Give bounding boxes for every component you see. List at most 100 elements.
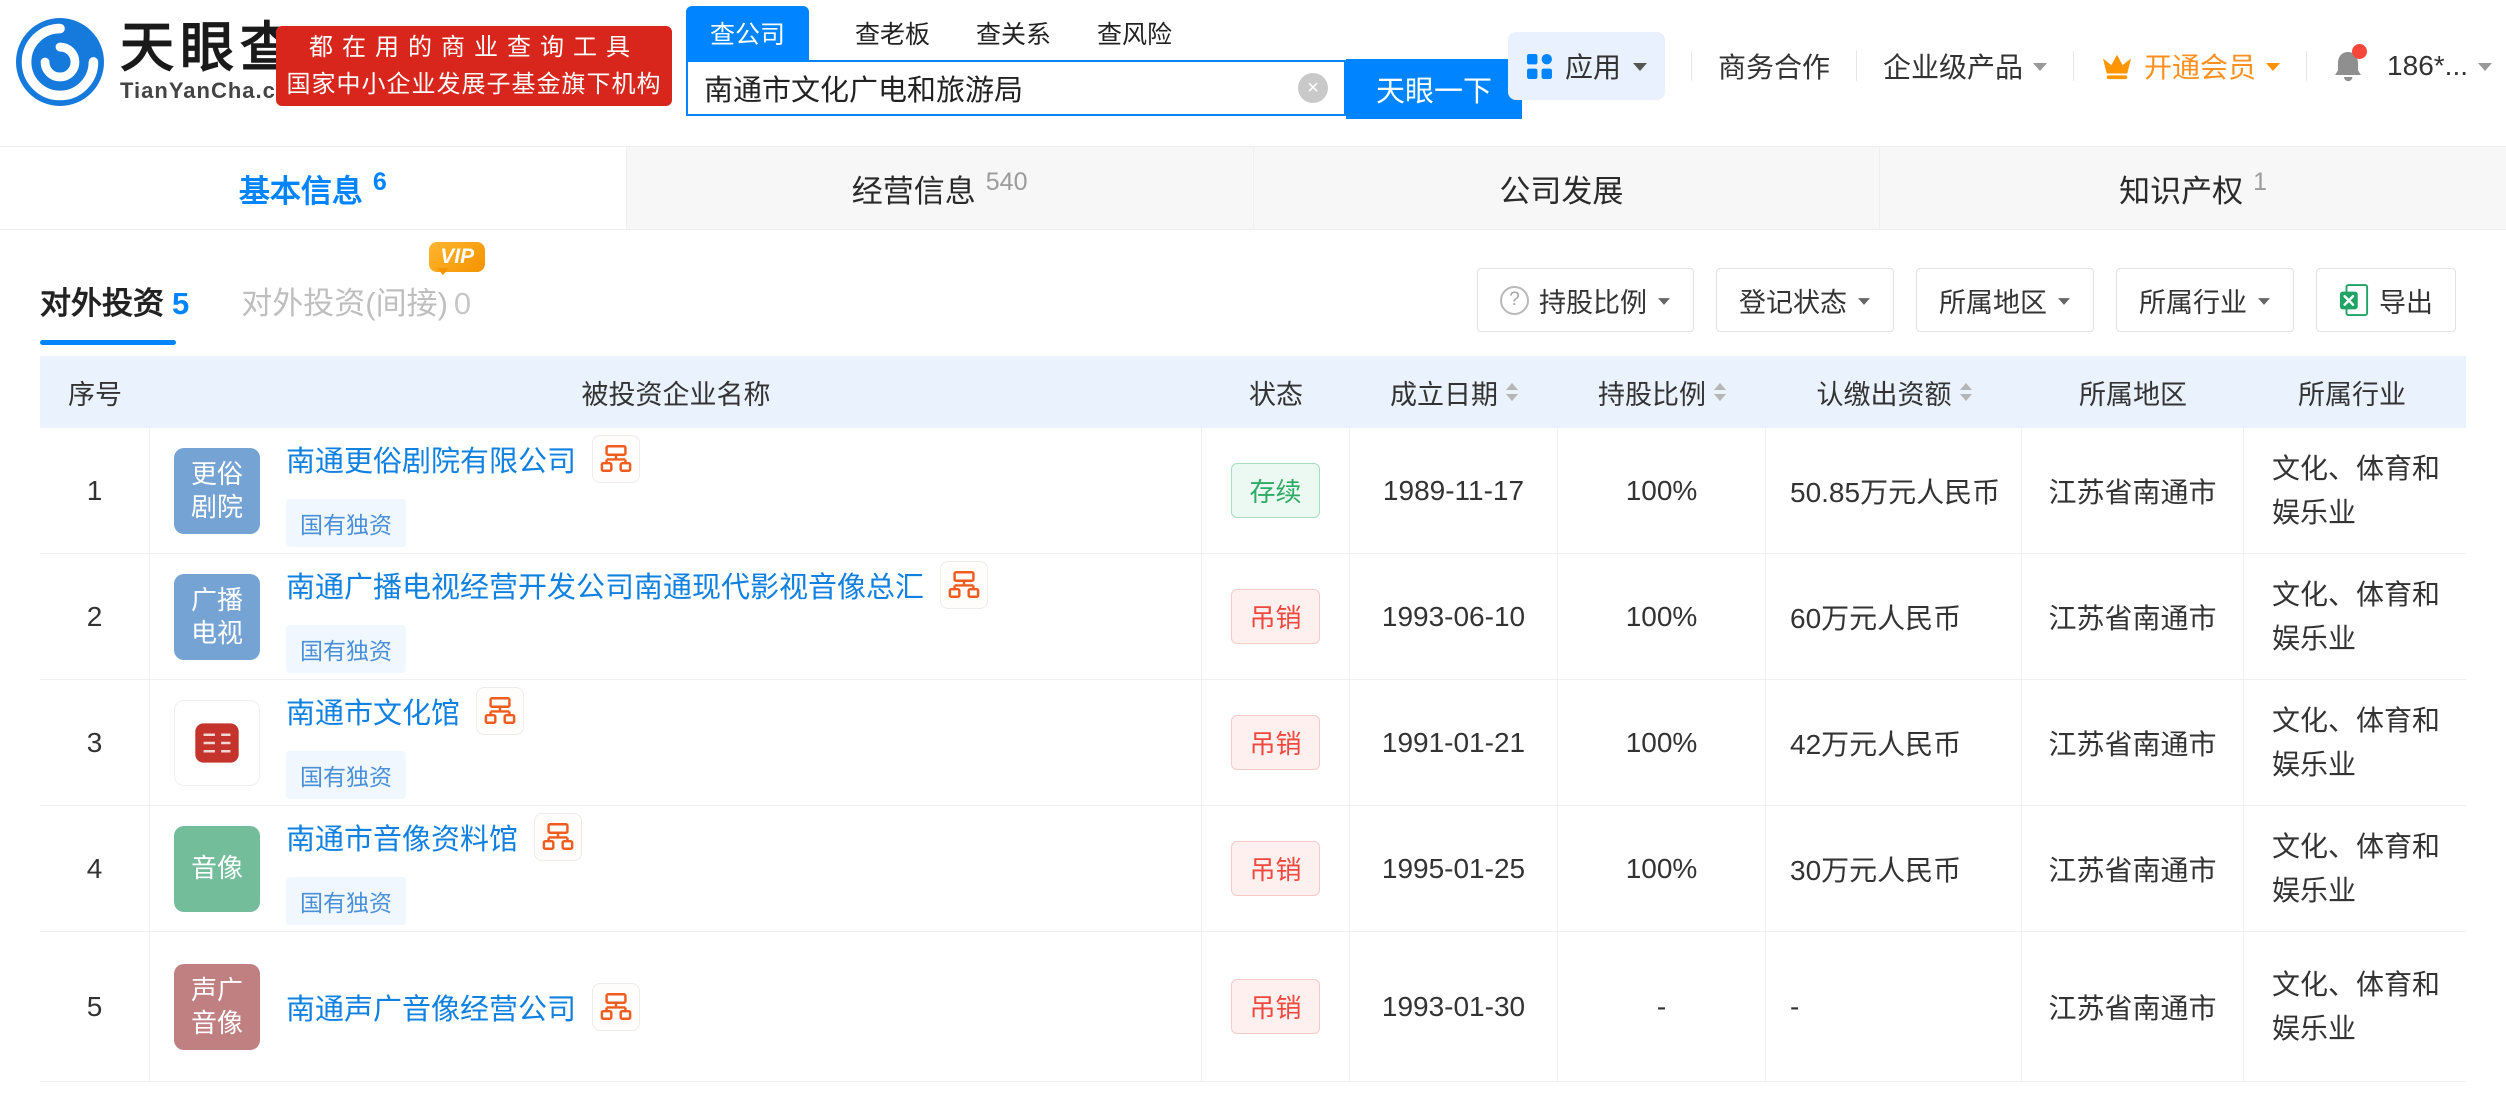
chevron-down-icon (2033, 63, 2047, 78)
date-cell: 1995-01-25 (1350, 806, 1558, 931)
sort-icon[interactable] (1506, 383, 1518, 401)
region-cell: 江苏省南通市 (2022, 680, 2244, 805)
col-shareholding-ratio[interactable]: 持股比例 (1558, 373, 1766, 412)
clear-icon[interactable]: × (1298, 73, 1328, 103)
filter-shareholding-ratio[interactable]: ? 持股比例 (1477, 268, 1694, 332)
filter-industry[interactable]: 所属行业 (2116, 268, 2294, 332)
export-label: 导出 (2379, 281, 2433, 320)
company-link[interactable]: 南通市音像资料馆 (286, 816, 518, 858)
top-bar: 天眼查 TianYanCha.com 都在用的商业查询工具 国家中小企业发展子基… (0, 0, 2506, 130)
company-cell: 音像 南通市音像资料馆 国有独资 (150, 806, 1202, 931)
ratio-cell: 100% (1558, 554, 1766, 679)
ownership-tag: 国有独资 (286, 499, 406, 547)
tianyancha-logo[interactable]: 天眼查 TianYanCha.com (16, 18, 311, 106)
ratio-cell: 100% (1558, 806, 1766, 931)
company-link[interactable]: 南通市文化馆 (286, 690, 460, 732)
tab-business-info[interactable]: 经营信息 540 (626, 147, 1253, 229)
indirect-label: 对外投资(间接) (241, 286, 448, 321)
ownership-tag: 国有独资 (286, 625, 406, 673)
search-tab-risk[interactable]: 查风险 (1097, 6, 1172, 60)
equity-structure-icon[interactable] (940, 561, 988, 609)
table-row: 3 南通市文化馆 (40, 680, 2466, 806)
tianyancha-logo-icon (16, 18, 104, 106)
table-row: 2 广播 电视 南通广播电视经营开发公司南通现代影视音像总汇 国有独资 吊销 1… (40, 554, 2466, 680)
search-tab-relation[interactable]: 查关系 (976, 6, 1051, 60)
table-row: 1 更俗 剧院 南通更俗剧院有限公司 国有独资 存续 1989-11-17 10… (40, 428, 2466, 554)
region-cell: 江苏省南通市 (2022, 554, 2244, 679)
tab-label: 公司发展 (1499, 166, 1623, 211)
company-logo[interactable]: 广播 电视 (174, 574, 260, 660)
equity-structure-icon[interactable] (592, 983, 640, 1031)
company-logo[interactable]: 声广 音像 (174, 964, 260, 1050)
search-input[interactable] (704, 72, 1298, 105)
filter-label: 所属行业 (2139, 281, 2247, 320)
equity-structure-icon[interactable] (592, 435, 640, 483)
chevron-down-icon (2478, 63, 2492, 78)
tab-label: 基本信息 (239, 166, 363, 211)
nav-divider (2306, 51, 2307, 81)
status-cell: 吊销 (1202, 806, 1350, 931)
company-link[interactable]: 南通广播电视经营开发公司南通现代影视音像总汇 (286, 564, 924, 606)
tab-basic-info[interactable]: 基本信息 6 (0, 147, 626, 229)
nav-business-cooperation[interactable]: 商务合作 (1718, 46, 1830, 86)
notifications-button[interactable] (2333, 50, 2363, 83)
chevron-down-icon (1858, 298, 1870, 311)
industry-cell: 文化、体育和娱乐业 (2244, 680, 2460, 805)
open-vip-button[interactable]: 开通会员 (2100, 46, 2280, 86)
search-button[interactable]: 天眼一下 (1346, 59, 1522, 119)
tab-count: 540 (986, 168, 1028, 197)
col-region: 所属地区 (2022, 373, 2244, 412)
sort-icon[interactable] (1960, 383, 1972, 401)
export-button[interactable]: 导出 (2316, 268, 2456, 332)
tab-label: 知识产权 (2119, 166, 2243, 211)
search-area: 查公司 查老板 查关系 查风险 × 天眼一下 (686, 6, 1522, 119)
company-logo-seal[interactable] (174, 700, 260, 786)
table-row: 4 音像 南通市音像资料馆 国有独资 吊销 1995-01-25 100% 30 (40, 806, 2466, 932)
company-link[interactable]: 南通更俗剧院有限公司 (286, 438, 576, 480)
nav-enterprise-products[interactable]: 企业级产品 (1883, 46, 2047, 86)
tab-company-development[interactable]: 公司发展 (1253, 147, 1880, 229)
filter-label: 持股比例 (1539, 281, 1647, 320)
excel-icon (2339, 283, 2369, 317)
table-header-row: 序号 被投资企业名称 状态 成立日期 持股比例 认缴出资额 所属地区 所属行业 (40, 356, 2466, 428)
amount-cell: 42万元人民币 (1766, 680, 2022, 805)
vip-badge: VIP (429, 242, 485, 272)
filter-registration-status[interactable]: 登记状态 (1716, 268, 1894, 332)
status-cell: 吊销 (1202, 680, 1350, 805)
col-status: 状态 (1202, 373, 1350, 412)
equity-structure-icon[interactable] (534, 813, 582, 861)
ratio-cell: 100% (1558, 428, 1766, 553)
equity-structure-icon[interactable] (476, 687, 524, 735)
search-tab-boss[interactable]: 查老板 (855, 6, 930, 60)
col-subscribed-capital[interactable]: 认缴出资额 (1766, 373, 2022, 412)
company-cell: 南通市文化馆 国有独资 (150, 680, 1202, 805)
account-menu[interactable]: 186*... (2387, 50, 2492, 82)
row-serial: 4 (40, 806, 150, 931)
industry-cell: 文化、体育和娱乐业 (2244, 806, 2460, 931)
tab-intellectual-property[interactable]: 知识产权 1 (1879, 147, 2506, 229)
tab-outbound-investment[interactable]: 对外投资5 (40, 278, 189, 345)
company-cell: 广播 电视 南通广播电视经营开发公司南通现代影视音像总汇 国有独资 (150, 554, 1202, 679)
chevron-down-icon (2258, 298, 2270, 311)
company-link[interactable]: 南通声广音像经营公司 (286, 986, 576, 1028)
filter-region[interactable]: 所属地区 (1916, 268, 2094, 332)
col-company-name: 被投资企业名称 (150, 373, 1202, 412)
search-tab-company[interactable]: 查公司 (686, 6, 809, 60)
company-logo[interactable]: 音像 (174, 826, 260, 912)
amount-cell: - (1766, 932, 2022, 1081)
date-cell: 1993-06-10 (1350, 554, 1558, 679)
tab-indirect-investment[interactable]: 对外投资(间接)0 VIP (241, 278, 471, 345)
company-logo[interactable]: 更俗 剧院 (174, 448, 260, 534)
ratio-cell: 100% (1558, 680, 1766, 805)
notification-badge (2352, 44, 2367, 59)
apps-button[interactable]: 应用 (1508, 32, 1665, 100)
status-cell: 吊销 (1202, 932, 1350, 1081)
sort-icon[interactable] (1714, 383, 1726, 401)
nav-divider (1691, 51, 1692, 81)
date-cell: 1989-11-17 (1350, 428, 1558, 553)
industry-cell: 文化、体育和娱乐业 (2244, 554, 2460, 679)
col-established-date[interactable]: 成立日期 (1350, 373, 1558, 412)
nav-divider (2073, 51, 2074, 81)
status-cell: 吊销 (1202, 554, 1350, 679)
investment-section-header: 对外投资5 对外投资(间接)0 VIP ? 持股比例 登记状态 所属地区 所属行… (40, 260, 2466, 356)
